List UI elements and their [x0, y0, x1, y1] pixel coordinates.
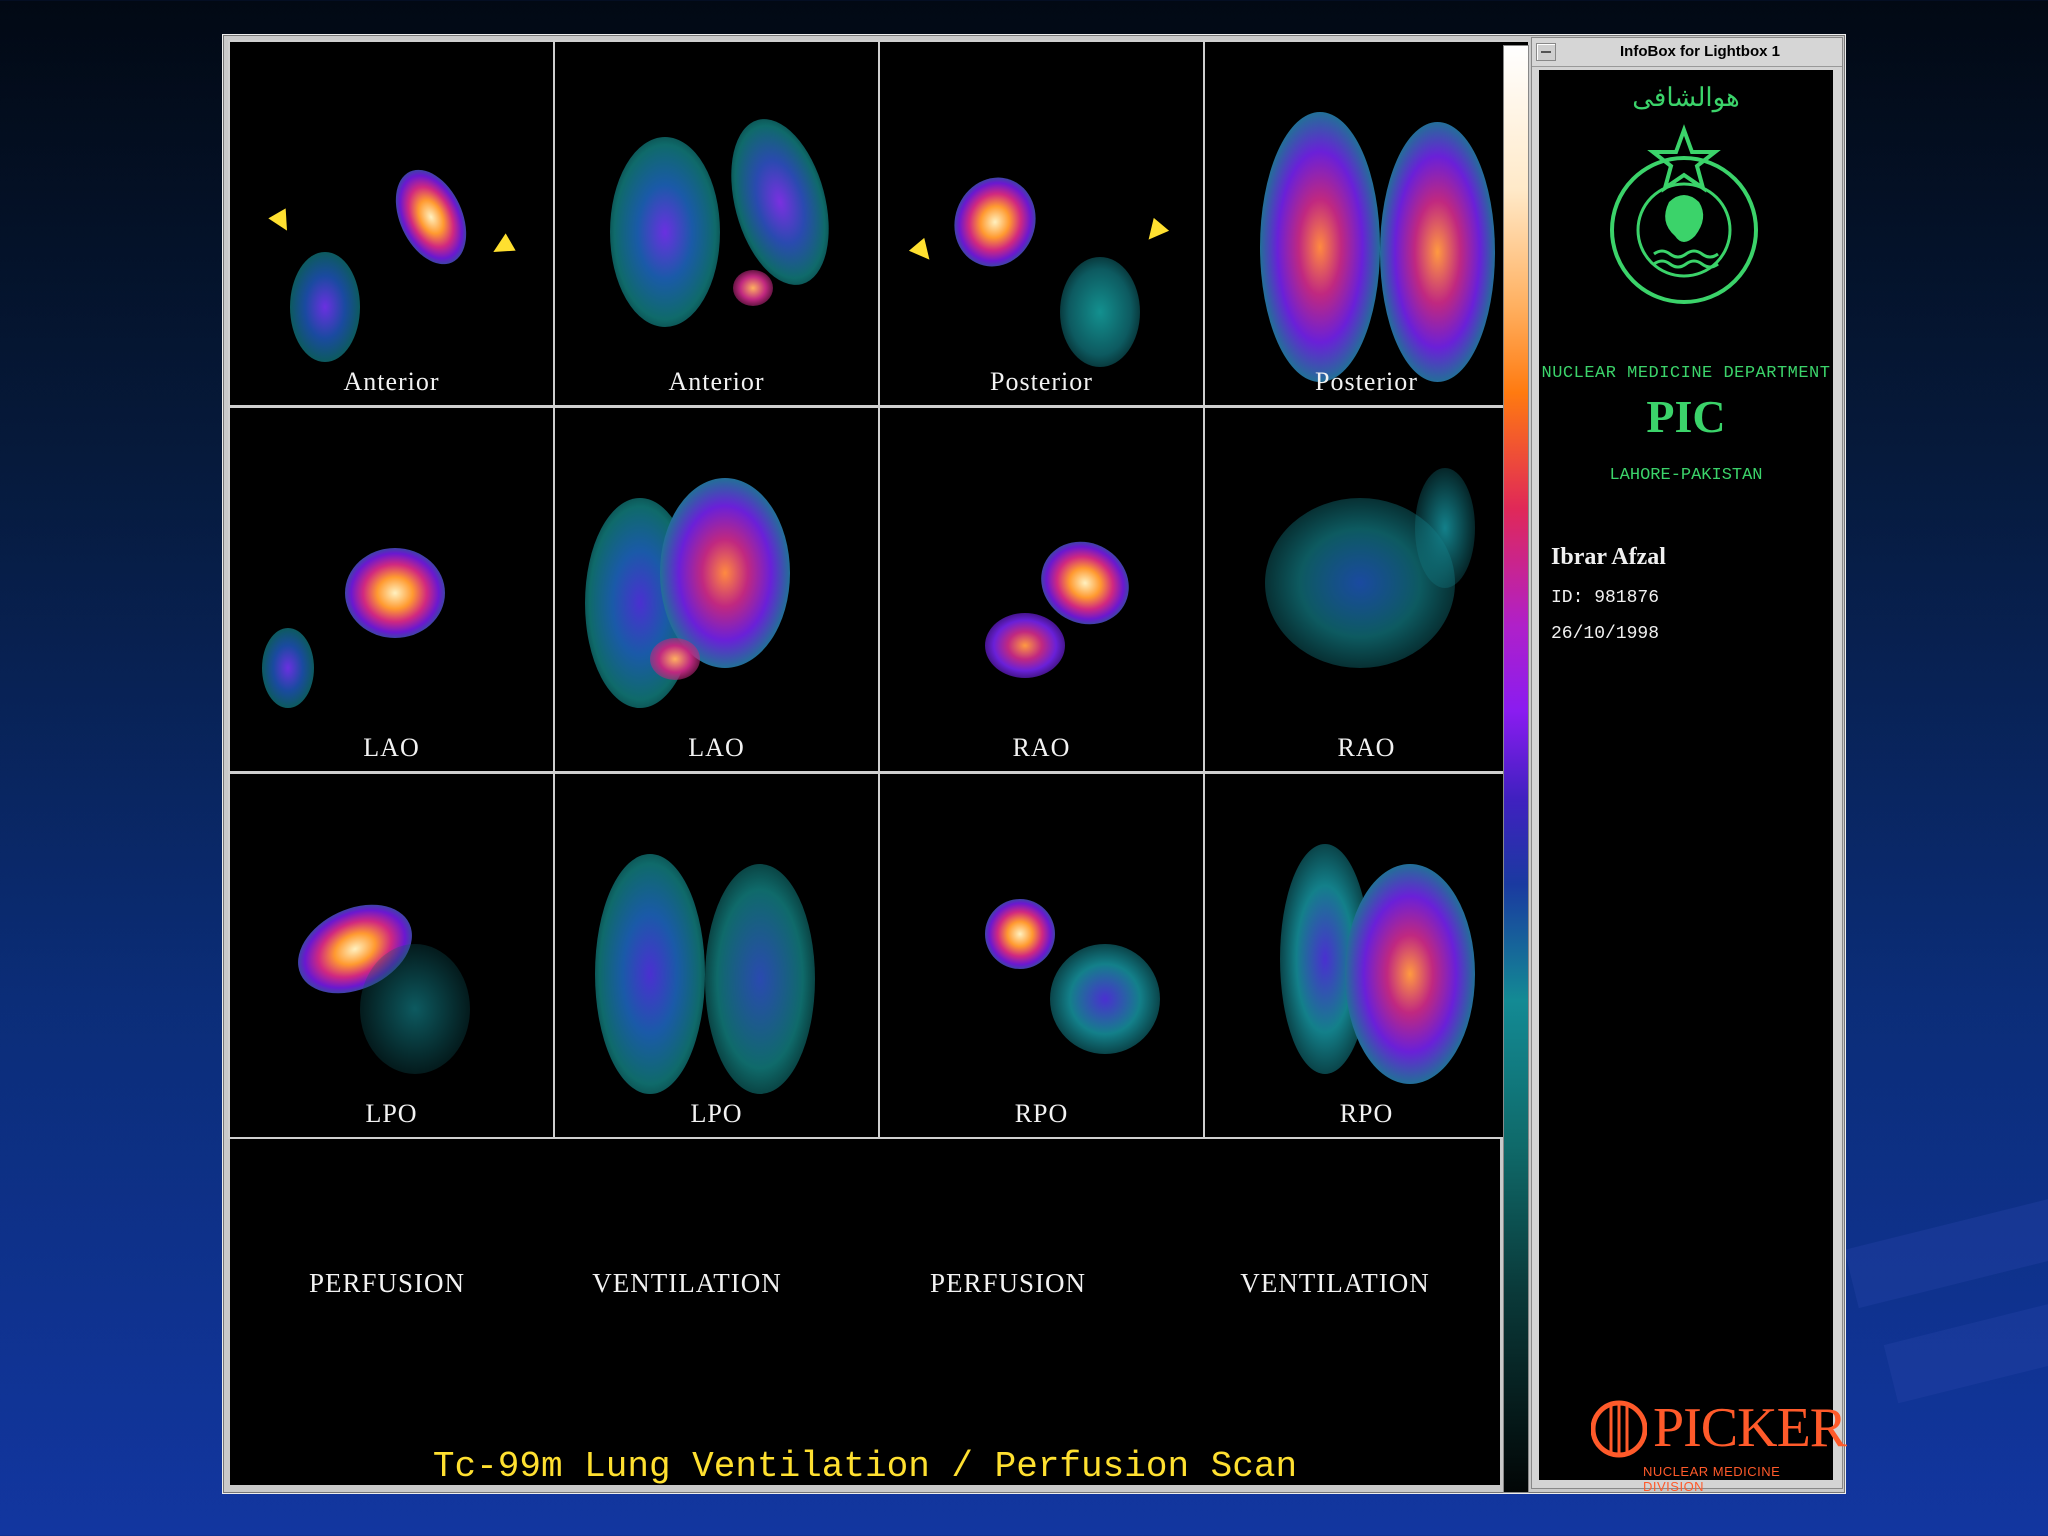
- view-lao-ventilation[interactable]: LAO: [553, 406, 880, 773]
- vendor-name: PICKER: [1653, 1397, 1847, 1459]
- lung-area: [360, 944, 470, 1074]
- department-name: NUCLEAR MEDICINE DEPARTMENT: [1541, 364, 1831, 383]
- arrow-pointer-icon: [908, 237, 938, 267]
- lung-left: [1260, 112, 1380, 382]
- picker-logo-icon: [1591, 1400, 1647, 1458]
- view-label: RPO: [1339, 1099, 1394, 1128]
- lightbox-window: Anterior Anterior Posterior Posterior LA…: [222, 34, 1847, 1494]
- patient-name: Ibrar Afzal: [1551, 544, 1666, 570]
- lung-left: [610, 137, 720, 327]
- caption-perfusion: PERFUSION: [929, 1268, 1087, 1298]
- caption-perfusion: PERFUSION: [308, 1268, 466, 1298]
- patient-id: ID: 981876: [1551, 588, 1660, 608]
- arrow-pointer-icon: [488, 233, 516, 261]
- view-rao-perfusion[interactable]: RAO: [878, 406, 1205, 773]
- lung-left: [595, 854, 705, 1094]
- lung-right: [705, 864, 815, 1094]
- lung-right: [1345, 864, 1475, 1084]
- scan-title: Tc-99m Lung Ventilation / Perfusion Scan: [432, 1446, 1298, 1487]
- caption-ventilation: VENTILATION: [1240, 1268, 1430, 1298]
- image-viewer: Anterior Anterior Posterior Posterior LA…: [228, 40, 1530, 1487]
- background-stripe: [1844, 1191, 2048, 1309]
- hotspot: [942, 166, 1048, 278]
- view-rpo-perfusion[interactable]: RPO: [878, 772, 1205, 1139]
- view-label: LAO: [688, 733, 745, 762]
- view-lpo-ventilation[interactable]: LPO: [553, 772, 880, 1139]
- scan-grid: Anterior Anterior Posterior Posterior LA…: [228, 40, 1530, 1139]
- view-rpo-ventilation[interactable]: RPO: [1203, 772, 1530, 1139]
- view-label: Posterior: [1315, 367, 1418, 396]
- view-label: RAO: [1337, 733, 1396, 762]
- hotspot: [381, 158, 481, 276]
- hotspot: [1060, 257, 1140, 367]
- study-date: 26/10/1998: [1551, 624, 1660, 644]
- infobox-body: هوالشافی NUCLEAR MEDICINE DEPARTMENT PIC…: [1539, 70, 1847, 1494]
- hotspot: [262, 628, 314, 708]
- lung-right: [714, 108, 846, 296]
- view-label: LPO: [690, 1099, 743, 1128]
- lung-area: [1415, 468, 1475, 588]
- view-label: LPO: [365, 1099, 418, 1128]
- institute-abbreviation: PIC: [1646, 391, 1726, 442]
- view-posterior-perfusion[interactable]: Posterior: [878, 40, 1205, 407]
- hotspot: [985, 613, 1065, 678]
- view-lpo-perfusion[interactable]: LPO: [228, 772, 555, 1139]
- infobox-panel: InfoBox for Lightbox 1 هوالشافی NUCLEAR …: [1531, 37, 1847, 1494]
- lung-area: [1050, 944, 1160, 1054]
- lung-right: [1380, 122, 1495, 382]
- infobox-titlebar[interactable]: InfoBox for Lightbox 1: [1532, 38, 1842, 67]
- hotspot: [345, 548, 445, 638]
- view-label: RAO: [1012, 733, 1071, 762]
- view-label: RPO: [1014, 1099, 1069, 1128]
- infobox-title: InfoBox for Lightbox 1: [1620, 43, 1780, 60]
- hotspot: [650, 638, 700, 680]
- view-anterior-ventilation[interactable]: Anterior: [553, 40, 880, 407]
- arrow-pointer-icon: [1140, 217, 1170, 247]
- color-scale-bar: [1503, 45, 1529, 1493]
- view-label: LAO: [363, 733, 420, 762]
- view-lao-perfusion[interactable]: LAO: [228, 406, 555, 773]
- city-name: LAHORE-PAKISTAN: [1609, 466, 1763, 485]
- urdu-inscription: هوالشافی: [1632, 82, 1740, 112]
- view-rao-ventilation[interactable]: RAO: [1203, 406, 1530, 773]
- vendor-division: NUCLEAR MEDICINE DIVISION: [1643, 1464, 1781, 1494]
- background-stripe: [1883, 1296, 2048, 1404]
- view-label: Anterior: [343, 367, 440, 396]
- hotspot: [733, 270, 773, 306]
- pic-logo-icon: [1610, 124, 1758, 304]
- view-anterior-perfusion[interactable]: Anterior: [228, 40, 555, 407]
- hotspot: [290, 252, 360, 362]
- caption-ventilation: VENTILATION: [592, 1268, 782, 1298]
- arrow-pointer-icon: [268, 208, 296, 236]
- view-label: Posterior: [990, 367, 1093, 396]
- view-posterior-ventilation[interactable]: Posterior: [1203, 40, 1530, 407]
- view-label: Anterior: [668, 367, 765, 396]
- menu-button-icon[interactable]: [1536, 43, 1556, 61]
- hotspot: [985, 899, 1055, 969]
